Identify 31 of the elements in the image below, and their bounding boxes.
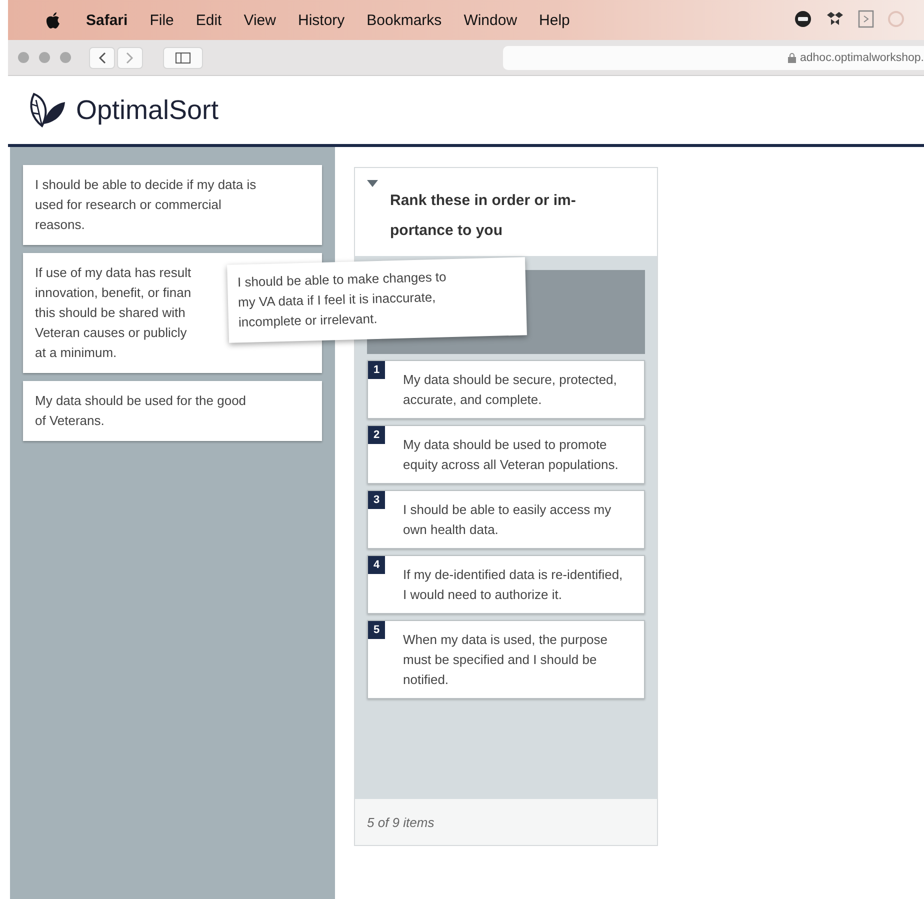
brand-name: OptimalSort — [76, 94, 219, 126]
sort-card[interactable]: My data should be used for the good of Veterans. — [23, 381, 322, 441]
sidebar-icon — [175, 52, 191, 64]
menu-item[interactable]: File — [150, 12, 174, 28]
menu-item[interactable]: History — [298, 12, 345, 28]
dragged-card-overlay[interactable]: I should be able to make changes to my VA data if I feel it is inaccurate, incomplete or irrelevant. — [227, 257, 527, 343]
menu-item[interactable]: Window — [464, 12, 518, 28]
leaf-logo-icon — [28, 92, 66, 128]
ranked-card[interactable]: 1 My data should be secure, protected, accurate, and complete. — [367, 360, 645, 419]
menu-item[interactable]: Bookmarks — [366, 12, 442, 28]
address-field[interactable]: adhoc.optimalworkshop. — [503, 46, 924, 70]
sort-card[interactable]: I should be able to decide if my data is used for research or commercial reasons. — [23, 165, 322, 245]
forward-icon — [126, 52, 134, 64]
apple-logo-icon[interactable] — [46, 12, 60, 28]
ranked-card[interactable]: 3 I should be able to easily access my own health data. — [367, 490, 645, 549]
sidebar-button[interactable] — [163, 46, 203, 68]
menu-app-name[interactable]: Safari — [86, 12, 128, 28]
back-button[interactable] — [89, 46, 115, 68]
status-circle-icon[interactable] — [794, 10, 812, 28]
ranking-title: Rank these in order or im- portance to you — [390, 191, 576, 241]
back-icon — [98, 52, 106, 64]
window-icon[interactable] — [858, 10, 874, 28]
disclosure-triangle-icon[interactable] — [367, 180, 378, 188]
lock-icon — [788, 52, 796, 62]
ranked-card[interactable]: 2 My data should be used to promote equity across all Veteran populations. — [367, 425, 645, 484]
menu-item[interactable]: Help — [539, 12, 570, 28]
ranked-card[interactable]: 4 If my de-identified data is re-identified, I would need to authorize it. — [367, 555, 645, 614]
menu-item[interactable]: View — [244, 12, 276, 28]
item-count: 5 of 9 items — [355, 799, 657, 845]
menu-item[interactable]: Edit — [196, 12, 222, 28]
ranked-card[interactable]: 5 When my data is used, the purpose must be specified and I should be notified. — [367, 620, 645, 699]
